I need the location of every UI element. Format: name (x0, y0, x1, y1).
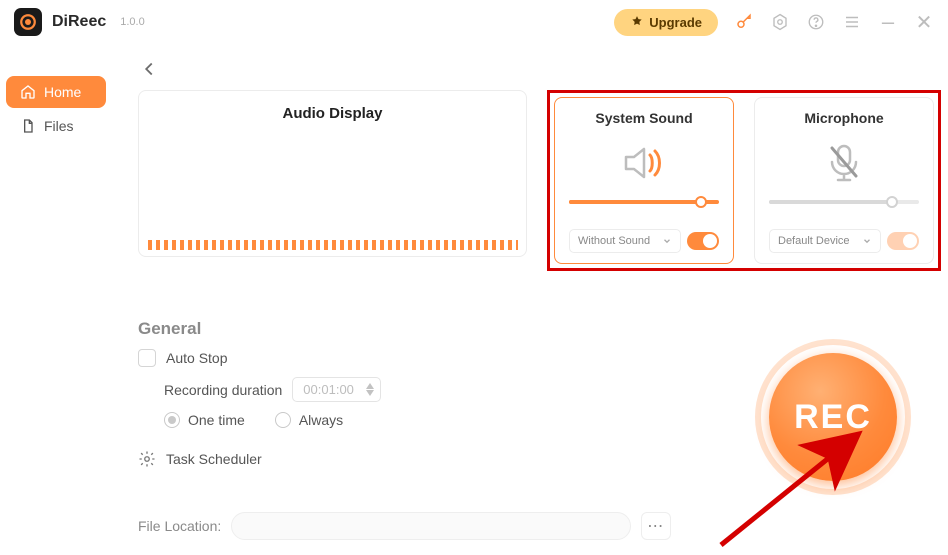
menu-icon[interactable] (842, 12, 862, 32)
one-time-radio[interactable] (164, 412, 180, 428)
upgrade-button[interactable]: Upgrade (614, 9, 718, 36)
sidebar: Home Files (0, 44, 112, 555)
sidebar-item-label: Home (44, 84, 81, 100)
key-icon[interactable] (734, 12, 754, 32)
system-sound-device-select[interactable]: Without Sound (569, 229, 681, 253)
audio-display-title: Audio Display (282, 105, 382, 122)
help-icon[interactable] (806, 12, 826, 32)
sidebar-item-label: Files (44, 118, 74, 134)
back-button[interactable] (138, 54, 168, 84)
highlight-annotation: System Sound Without (547, 90, 941, 271)
auto-stop-label: Auto Stop (166, 350, 228, 366)
always-radio[interactable] (275, 412, 291, 428)
file-location-input[interactable] (231, 512, 631, 540)
microphone-device-select[interactable]: Default Device (769, 229, 881, 253)
main-panel: Audio Display System Sound (112, 44, 948, 555)
sidebar-item-files[interactable]: Files (6, 110, 106, 142)
system-sound-device-text: Without Sound (578, 235, 650, 247)
file-location-browse-button[interactable]: ⋯ (641, 512, 671, 540)
sidebar-item-home[interactable]: Home (6, 76, 106, 108)
title-bar: DiReec 1.0.0 Upgrade – ✕ (0, 0, 948, 44)
microphone-device-text: Default Device (778, 235, 850, 247)
close-button[interactable]: ✕ (914, 12, 934, 32)
duration-input[interactable]: 00:01:00 (292, 377, 381, 402)
rec-button-ring: REC (755, 339, 911, 495)
microphone-muted-icon (824, 142, 864, 184)
audio-display-card: Audio Display (138, 90, 527, 257)
microphone-slider[interactable] (769, 200, 919, 204)
one-time-option[interactable]: One time (164, 412, 245, 428)
general-section-title: General (138, 319, 941, 339)
microphone-toggle[interactable] (887, 232, 919, 250)
gear-icon (138, 450, 156, 468)
system-sound-title: System Sound (595, 110, 692, 126)
task-scheduler-label: Task Scheduler (166, 451, 262, 467)
upgrade-label: Upgrade (649, 15, 702, 30)
record-button[interactable]: REC (769, 353, 897, 481)
system-sound-toggle[interactable] (687, 232, 719, 250)
settings-icon[interactable] (770, 12, 790, 32)
one-time-label: One time (188, 412, 245, 428)
duration-stepper-icon (366, 383, 374, 396)
file-location-label: File Location: (138, 518, 221, 534)
app-name: DiReec (52, 13, 106, 31)
record-label: REC (794, 398, 872, 437)
duration-label: Recording duration (164, 382, 282, 398)
app-logo (14, 8, 42, 36)
minimize-button[interactable]: – (878, 12, 898, 32)
microphone-title: Microphone (804, 110, 883, 126)
duration-value: 00:01:00 (303, 382, 354, 397)
microphone-card[interactable]: Microphone Default De (754, 97, 934, 264)
app-version: 1.0.0 (120, 16, 144, 28)
audio-waveform (148, 240, 518, 250)
always-label: Always (299, 412, 343, 428)
system-sound-card[interactable]: System Sound Without (554, 97, 734, 264)
speaker-icon (620, 142, 668, 184)
system-sound-slider[interactable] (569, 200, 719, 204)
auto-stop-checkbox[interactable] (138, 349, 156, 367)
always-option[interactable]: Always (275, 412, 343, 428)
